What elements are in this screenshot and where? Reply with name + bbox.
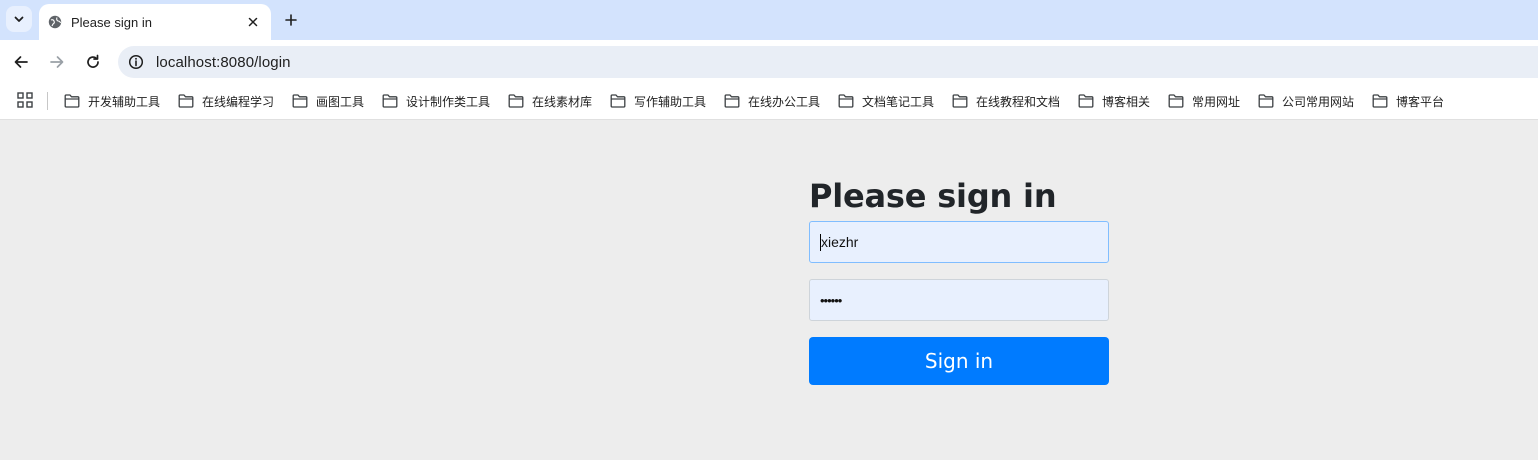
bookmark-folder[interactable]: 在线教程和文档 (952, 91, 1060, 111)
bookmark-folder[interactable]: 常用网址 (1168, 91, 1240, 111)
folder-icon (292, 94, 308, 108)
page-content: Please sign in xiezhr •••••• Sign in (0, 121, 1538, 460)
bookmark-folder[interactable]: 博客平台 (1372, 91, 1444, 111)
bookmark-label: 画图工具 (316, 94, 365, 109)
reload-button[interactable] (81, 50, 105, 74)
plus-icon (285, 14, 297, 26)
tab-title: Please sign in (71, 14, 152, 30)
sign-in-button[interactable]: Sign in (809, 337, 1109, 385)
active-tab[interactable]: Please sign in (39, 4, 271, 40)
page-title: Please sign in (809, 177, 1057, 215)
bookmark-label: 文档笔记工具 (862, 94, 935, 109)
folder-icon (724, 94, 740, 108)
bookmark-label: 博客相关 (1102, 94, 1151, 109)
close-tab-icon[interactable] (245, 14, 261, 30)
username-field[interactable]: xiezhr (809, 221, 1109, 263)
folder-icon (1258, 94, 1274, 108)
bookmark-folder[interactable]: 公司常用网站 (1258, 91, 1354, 111)
folder-icon (610, 94, 626, 108)
folder-icon (1078, 94, 1094, 108)
bookmark-label: 常用网址 (1192, 94, 1241, 109)
bookmark-label: 写作辅助工具 (634, 94, 707, 109)
site-info-icon[interactable] (126, 52, 146, 72)
bookmark-folder[interactable]: 设计制作类工具 (382, 91, 490, 111)
tab-strip: Please sign in (0, 0, 1538, 40)
folder-icon (382, 94, 398, 108)
username-value: xiezhr (821, 234, 859, 250)
bookmark-label: 开发辅助工具 (88, 94, 161, 109)
password-field[interactable]: •••••• (809, 279, 1109, 321)
folder-icon (1372, 94, 1388, 108)
folder-icon (64, 94, 80, 108)
folder-icon (1168, 94, 1184, 108)
url-text: localhost:8080/login (156, 53, 291, 71)
bookmarks-divider (47, 92, 48, 110)
new-tab-button[interactable] (281, 10, 301, 30)
bookmark-label: 博客平台 (1396, 94, 1445, 109)
globe-icon (48, 15, 62, 29)
bookmark-folder[interactable]: 在线素材库 (508, 91, 592, 111)
bookmark-folder[interactable]: 博客相关 (1078, 91, 1150, 111)
password-value: •••••• (820, 292, 842, 308)
address-bar[interactable]: localhost:8080/login (118, 46, 1538, 78)
bookmark-label: 设计制作类工具 (406, 94, 491, 109)
folder-icon (178, 94, 194, 108)
forward-button[interactable] (45, 50, 69, 74)
bookmark-folder[interactable]: 文档笔记工具 (838, 91, 934, 111)
bookmarks-bar: 开发辅助工具 在线编程学习 画图工具 设计制作类工具 在线素材库 写作辅助工具 在线办公工具… (0, 84, 1538, 120)
bookmark-folder[interactable]: 画图工具 (292, 91, 364, 111)
arrow-left-icon (14, 56, 28, 68)
chevron-down-icon (14, 16, 24, 22)
bookmark-label: 在线教程和文档 (976, 94, 1061, 109)
arrow-right-icon (50, 56, 64, 68)
bookmark-folder[interactable]: 开发辅助工具 (64, 91, 160, 111)
bookmark-folder[interactable]: 写作辅助工具 (610, 91, 706, 111)
apps-grid-icon[interactable] (17, 92, 33, 108)
bookmark-folder[interactable]: 在线编程学习 (178, 91, 274, 111)
reload-icon (87, 54, 99, 68)
bookmark-label: 公司常用网站 (1282, 94, 1355, 109)
folder-icon (838, 94, 854, 108)
bookmark-label: 在线素材库 (532, 94, 593, 109)
bookmark-label: 在线编程学习 (202, 94, 275, 109)
folder-icon (508, 94, 524, 108)
bookmark-folder[interactable]: 在线办公工具 (724, 91, 820, 111)
tab-search-button[interactable] (6, 6, 32, 32)
browser-toolbar: localhost:8080/login (0, 40, 1538, 84)
folder-icon (952, 94, 968, 108)
bookmark-label: 在线办公工具 (748, 94, 821, 109)
back-button[interactable] (9, 50, 33, 74)
